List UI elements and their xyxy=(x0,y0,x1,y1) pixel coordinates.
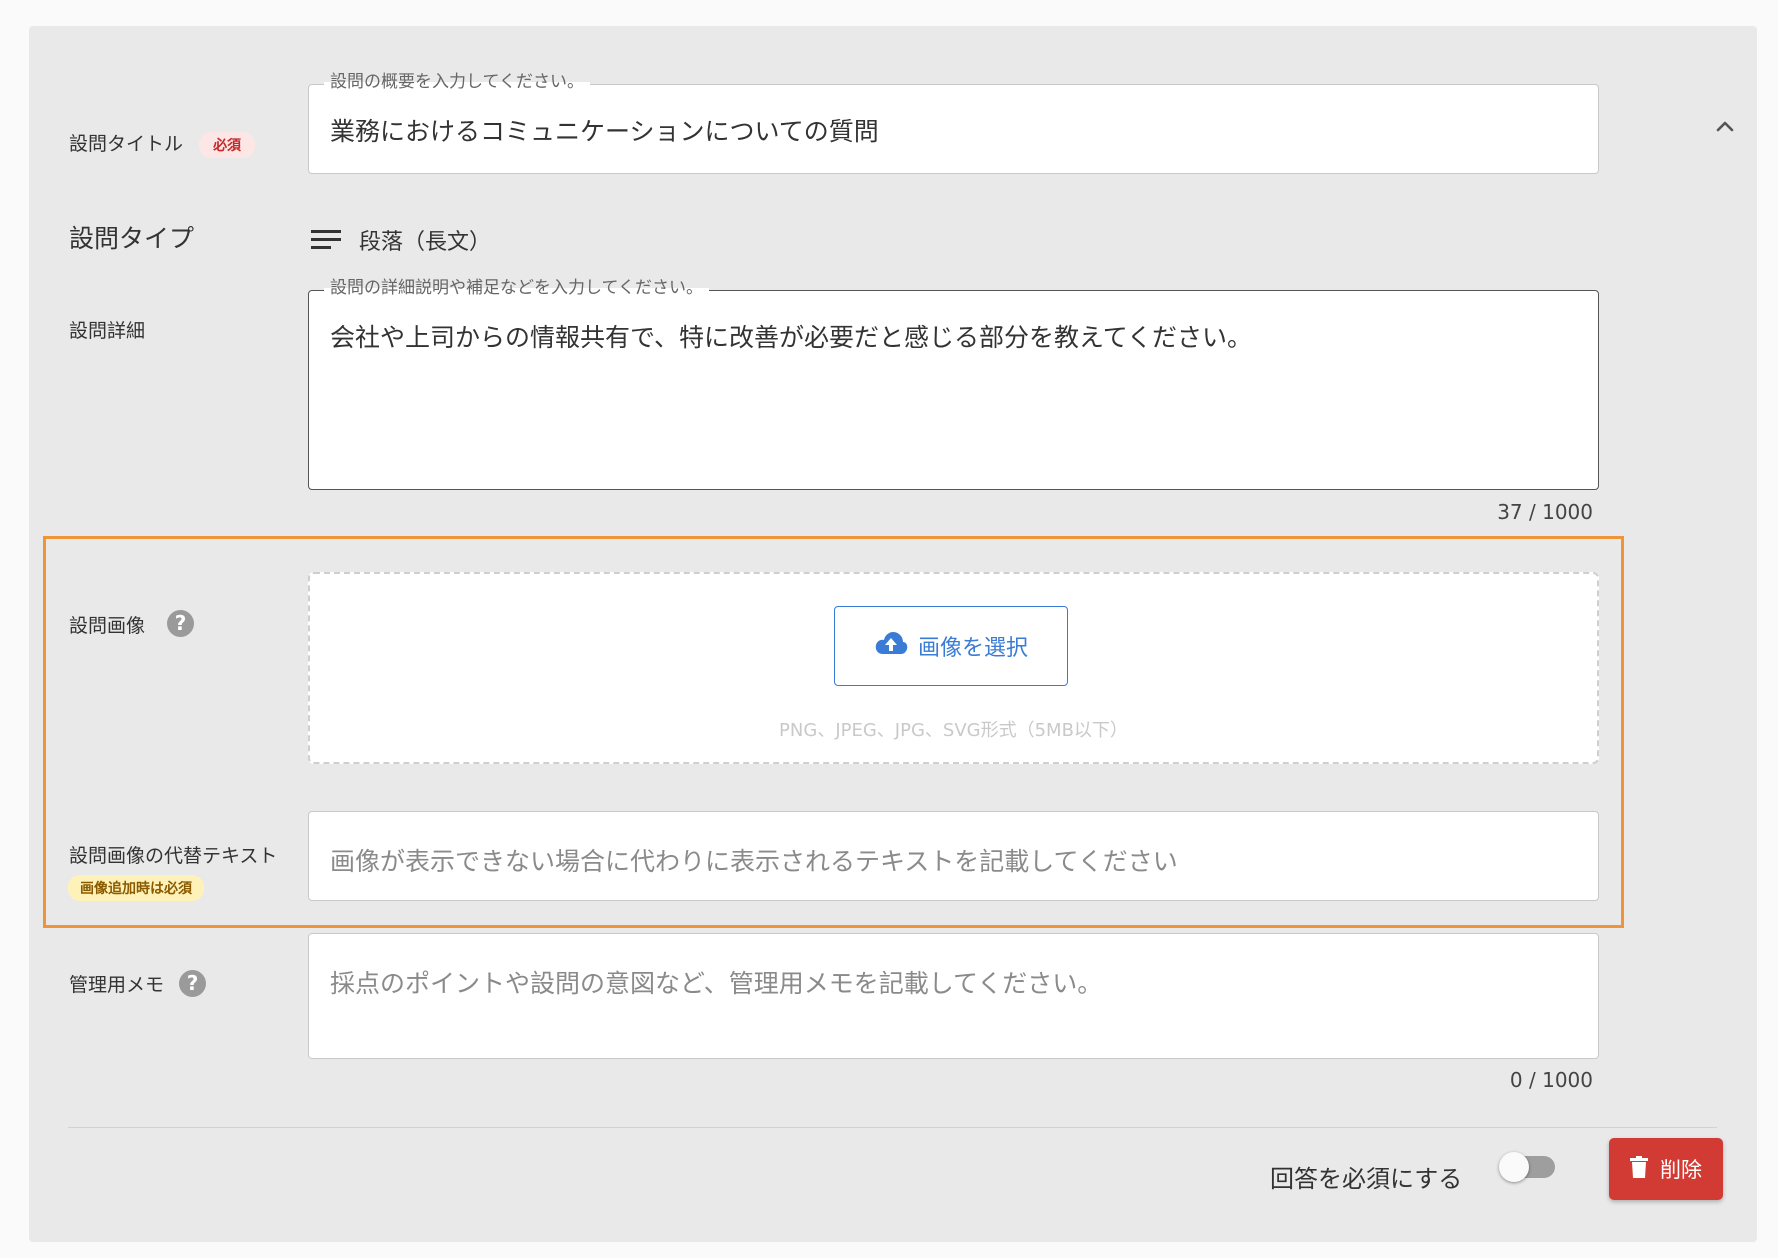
paragraph-icon xyxy=(311,228,341,252)
delete-button[interactable]: 削除 xyxy=(1609,1138,1723,1200)
trash-icon xyxy=(1630,1155,1648,1183)
type-value[interactable]: 段落（長文） xyxy=(359,224,491,256)
select-image-label: 画像を選択 xyxy=(917,636,1028,661)
detail-counter: 37 / 1000 xyxy=(1497,500,1593,524)
divider xyxy=(68,1127,1717,1128)
memo-placeholder: 採点のポイントや設問の意図など、管理用メモを記載してください。 xyxy=(330,969,1103,998)
memo-label: 管理用メモ xyxy=(69,974,165,996)
image-label: 設問画像 xyxy=(69,615,146,637)
title-value[interactable]: 業務におけるコミュニケーションについての質問 xyxy=(330,112,879,148)
alt-text-placeholder: 画像が表示できない場合に代わりに表示されるテキストを記載してください xyxy=(330,847,1178,876)
title-legend: 設問の概要を入力してください。 xyxy=(324,72,590,92)
help-icon[interactable]: ? xyxy=(167,610,194,637)
detail-label: 設問詳細 xyxy=(69,320,146,342)
alt-required-badge: 画像追加時は必須 xyxy=(68,875,204,901)
question-card: 設問タイトル 必須 設問の概要を入力してください。 業務におけるコミュニケーショ… xyxy=(29,26,1757,1242)
cloud-upload-icon xyxy=(874,630,908,662)
required-toggle-label: 回答を必須にする xyxy=(1270,1165,1463,1193)
chevron-up-icon[interactable] xyxy=(1711,112,1739,140)
type-label: 設問タイプ xyxy=(69,224,195,253)
required-toggle[interactable] xyxy=(1499,1150,1559,1184)
detail-value[interactable]: 会社や上司からの情報共有で、特に改善が必要だと感じる部分を教えてください。 xyxy=(330,318,1252,354)
select-image-button[interactable]: 画像を選択 xyxy=(834,606,1068,686)
help-icon[interactable]: ? xyxy=(179,970,206,997)
alt-label: 設問画像の代替テキスト xyxy=(69,845,278,867)
required-badge: 必須 xyxy=(199,132,256,158)
title-label: 設問タイトル 必須 xyxy=(69,129,256,158)
memo-counter: 0 / 1000 xyxy=(1509,1068,1593,1092)
detail-legend: 設問の詳細説明や補足などを入力してください。 xyxy=(324,278,709,298)
image-format-hint: PNG、JPEG、JPG、SVG形式（5MB以下） xyxy=(779,720,1128,741)
delete-label: 削除 xyxy=(1660,1158,1702,1182)
